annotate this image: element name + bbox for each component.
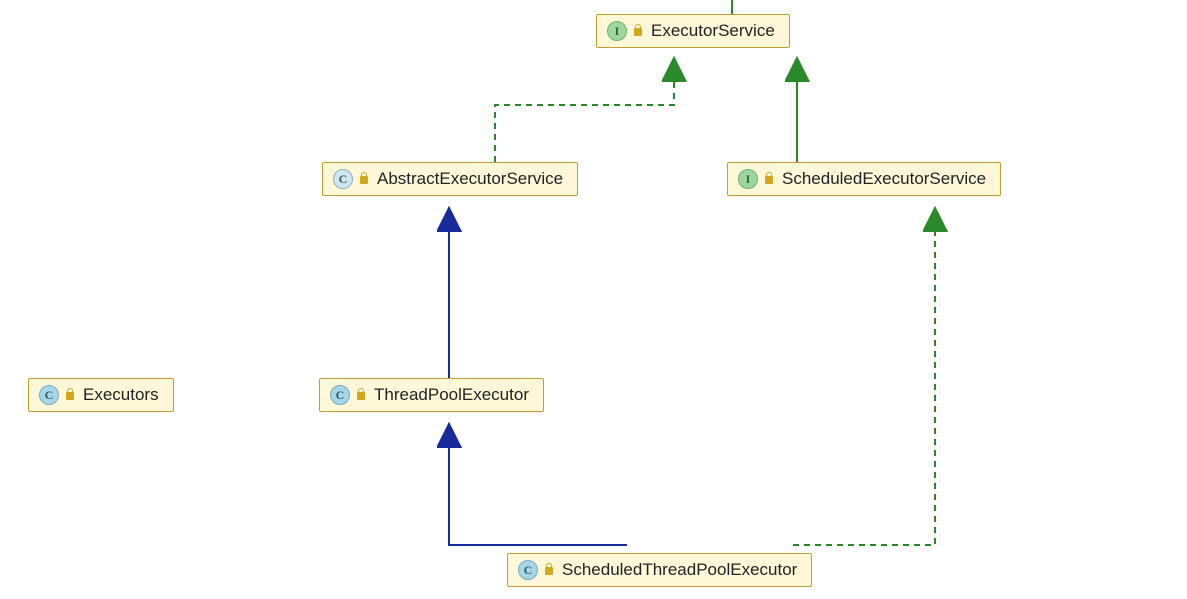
node-abstract-executor-service[interactable]: C AbstractExecutorService <box>322 162 578 196</box>
lock-icon <box>633 24 645 38</box>
node-thread-pool-executor[interactable]: C ThreadPoolExecutor <box>319 378 544 412</box>
abstract-class-icon: C <box>333 169 353 189</box>
node-label: AbstractExecutorService <box>377 169 563 189</box>
node-label: ScheduledThreadPoolExecutor <box>562 560 797 580</box>
interface-icon: I <box>738 169 758 189</box>
connector-scheduledthreadpool-to-threadpool <box>449 424 627 545</box>
class-icon: C <box>330 385 350 405</box>
lock-icon <box>356 388 368 402</box>
node-label: ThreadPoolExecutor <box>374 385 529 405</box>
connector-abstract-to-executorservice <box>495 58 674 162</box>
node-scheduled-thread-pool-executor[interactable]: C ScheduledThreadPoolExecutor <box>507 553 812 587</box>
lock-icon <box>359 172 371 186</box>
connector-scheduledthreadpool-to-scheduledservice <box>793 208 935 545</box>
connector-layer <box>0 0 1187 599</box>
node-label: ScheduledExecutorService <box>782 169 986 189</box>
class-icon: C <box>39 385 59 405</box>
lock-icon <box>65 388 77 402</box>
class-icon: C <box>518 560 538 580</box>
lock-icon <box>764 172 776 186</box>
lock-icon <box>544 563 556 577</box>
node-executors[interactable]: C Executors <box>28 378 174 412</box>
node-label: Executors <box>83 385 159 405</box>
node-scheduled-executor-service[interactable]: I ScheduledExecutorService <box>727 162 1001 196</box>
node-executor-service[interactable]: I ExecutorService <box>596 14 790 48</box>
interface-icon: I <box>607 21 627 41</box>
node-label: ExecutorService <box>651 21 775 41</box>
